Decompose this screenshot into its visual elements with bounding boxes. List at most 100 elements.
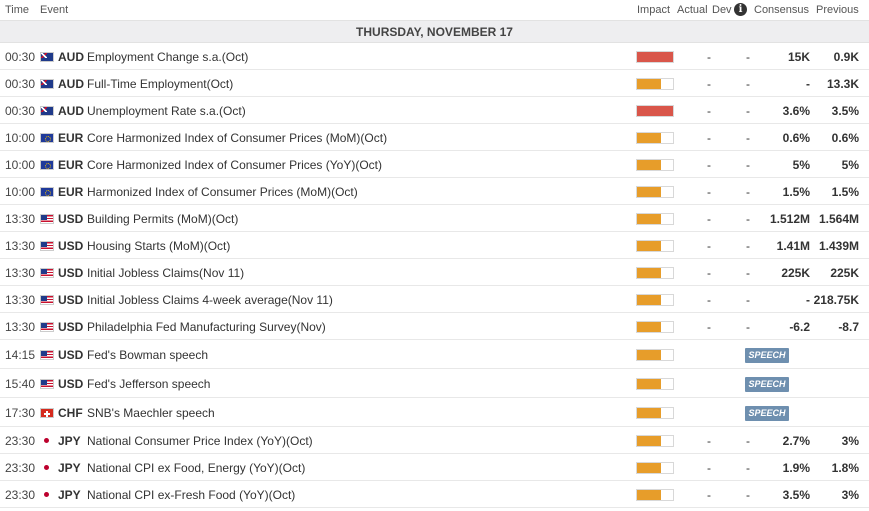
event-time: 00:30 — [5, 104, 36, 118]
header-previous: Previous — [816, 4, 859, 16]
impact-fill — [637, 214, 661, 224]
table-row[interactable]: 13:30 USD Building Permits (MoM)(Oct) - - 1.5… — [0, 205, 869, 232]
event-deviation: - — [746, 239, 750, 253]
table-row[interactable]: 00:30 AUD Unemployment Rate s.a.(Oct) - - 3.6… — [0, 97, 869, 124]
event-time: 14:15 — [5, 348, 36, 362]
speech-badge: SPEECH — [745, 348, 789, 363]
event-previous: 3% — [841, 488, 859, 502]
table-row[interactable]: 00:30 AUD Full-Time Employment(Oct) - - - 13.3… — [0, 70, 869, 97]
event-previous: 0.9K — [833, 50, 859, 64]
event-name[interactable]: Employment Change s.a.(Oct) — [87, 50, 248, 64]
table-row[interactable]: 13:30 USD Philadelphia Fed Manufacturing S… — [0, 313, 869, 340]
flag-au-icon — [40, 52, 54, 62]
event-actual: - — [707, 239, 711, 253]
event-name[interactable]: National CPI ex-Fresh Food (YoY)(Oct) — [87, 488, 295, 502]
event-name[interactable]: National CPI ex Food, Energy (YoY)(Oct) — [87, 461, 305, 475]
event-name[interactable]: Housing Starts (MoM)(Oct) — [87, 239, 230, 253]
event-name[interactable]: Fed's Jefferson speech — [87, 377, 210, 391]
flag-eu-icon — [40, 160, 54, 170]
event-time: 23:30 — [5, 488, 36, 502]
flag-ch-icon — [40, 408, 54, 418]
event-consensus: 1.512M — [769, 212, 810, 226]
speech-badge: SPEECH — [745, 406, 789, 421]
table-row[interactable]: 10:00 EUR Core Harmonized Index of Consume… — [0, 151, 869, 178]
table-row[interactable]: 15:40 USD Fed's Jefferson speech SPEECH — [0, 369, 869, 398]
table-row[interactable]: 13:30 USD Initial Jobless Claims(Nov 11) - -… — [0, 259, 869, 286]
event-actual: - — [707, 104, 711, 118]
table-row[interactable]: 00:30 AUD Employment Change s.a.(Oct) - - 15K… — [0, 43, 869, 70]
event-consensus: 3.6% — [782, 104, 810, 118]
event-previous: -8.7 — [838, 320, 859, 334]
event-deviation: - — [746, 293, 750, 307]
table-row[interactable]: 14:15 USD Fed's Bowman speech SPEECH — [0, 340, 869, 369]
event-previous: 1.5% — [831, 185, 859, 199]
event-time: 17:30 — [5, 406, 36, 420]
table-row[interactable]: 13:30 USD Initial Jobless Claims 4-week av… — [0, 286, 869, 313]
event-name[interactable]: Core Harmonized Index of Consumer Prices… — [87, 131, 387, 145]
event-name[interactable]: Philadelphia Fed Manufacturing Survey(No… — [87, 320, 326, 334]
event-previous: 1.564M — [818, 212, 859, 226]
table-row[interactable]: 23:30 JPY National CPI ex-Fresh Food (YoY)… — [0, 481, 869, 508]
event-currency: USD — [58, 239, 84, 253]
event-actual: - — [707, 185, 711, 199]
event-actual: - — [707, 131, 711, 145]
event-name[interactable]: Unemployment Rate s.a.(Oct) — [87, 104, 246, 118]
event-actual: - — [707, 488, 711, 502]
impact-fill — [637, 79, 661, 89]
info-icon[interactable]: i — [734, 3, 747, 16]
event-name[interactable]: National Consumer Price Index (YoY)(Oct) — [87, 434, 313, 448]
event-name[interactable]: Building Permits (MoM)(Oct) — [87, 212, 238, 226]
event-consensus: 225K — [781, 266, 810, 280]
event-previous: 3% — [841, 434, 859, 448]
event-previous: 0.6% — [831, 131, 859, 145]
event-name[interactable]: Full-Time Employment(Oct) — [87, 77, 233, 91]
date-group-header: THURSDAY, NOVEMBER 17 — [0, 21, 869, 43]
event-deviation: - — [746, 131, 750, 145]
header-impact: Impact — [637, 4, 671, 16]
event-name[interactable]: Fed's Bowman speech — [87, 348, 208, 362]
event-deviation: - — [746, 434, 750, 448]
event-consensus: 5% — [792, 158, 810, 172]
impact-indicator — [636, 240, 674, 252]
event-name[interactable]: Core Harmonized Index of Consumer Prices… — [87, 158, 382, 172]
event-consensus: - — [806, 77, 810, 91]
event-name[interactable]: Initial Jobless Claims(Nov 11) — [87, 266, 244, 280]
impact-indicator — [636, 489, 674, 501]
impact-indicator — [636, 213, 674, 225]
table-row[interactable]: 13:30 USD Housing Starts (MoM)(Oct) - - 1.41M… — [0, 232, 869, 259]
event-currency: USD — [58, 212, 84, 226]
event-consensus: - — [806, 293, 810, 307]
table-row[interactable]: 10:00 EUR Harmonized Index of Consumer Pri… — [0, 178, 869, 205]
impact-fill — [637, 490, 661, 500]
table-row[interactable]: 10:00 EUR Core Harmonized Index of Consume… — [0, 124, 869, 151]
table-row[interactable]: 17:30 CHF SNB's Maechler speech SPEECH — [0, 398, 869, 427]
event-currency: JPY — [58, 488, 81, 502]
event-name[interactable]: Initial Jobless Claims 4-week average(No… — [87, 293, 333, 307]
flag-jp-icon — [44, 492, 49, 497]
event-name[interactable]: Harmonized Index of Consumer Prices (MoM… — [87, 185, 358, 199]
impact-fill — [637, 241, 661, 251]
event-deviation: - — [746, 104, 750, 118]
event-consensus: -6.2 — [789, 320, 810, 334]
flag-us-icon — [40, 295, 54, 305]
header-consensus: Consensus — [754, 4, 810, 16]
event-deviation: - — [746, 320, 750, 334]
table-row[interactable]: 23:30 JPY National Consumer Price Index (Y… — [0, 427, 869, 454]
flag-eu-icon — [40, 133, 54, 143]
event-name[interactable]: SNB's Maechler speech — [87, 406, 215, 420]
impact-indicator — [636, 105, 674, 117]
event-actual: - — [707, 50, 711, 64]
impact-fill — [637, 379, 661, 389]
table-row[interactable]: 23:30 JPY National CPI ex Food, Energy (Yo… — [0, 454, 869, 481]
event-actual: - — [707, 434, 711, 448]
event-consensus: 0.6% — [782, 131, 810, 145]
impact-fill — [637, 268, 661, 278]
impact-indicator — [636, 267, 674, 279]
impact-indicator — [636, 321, 674, 333]
event-previous: 1.439M — [818, 239, 859, 253]
impact-indicator — [636, 378, 674, 390]
flag-us-icon — [40, 241, 54, 251]
header-time: Time — [5, 4, 30, 16]
event-consensus: 15K — [787, 50, 810, 64]
header-actual: Actual — [677, 4, 708, 16]
